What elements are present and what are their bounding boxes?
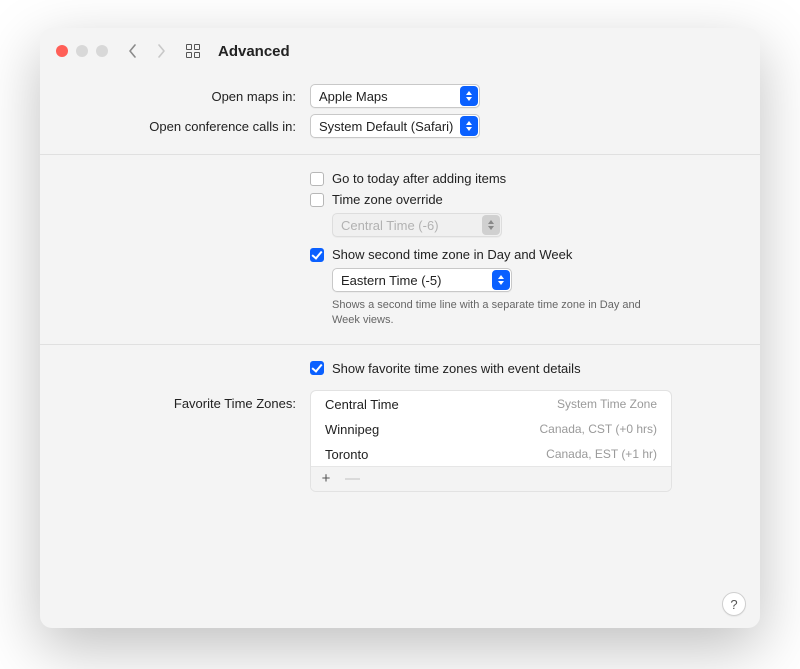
divider	[40, 344, 760, 345]
go-to-today-label: Go to today after adding items	[332, 171, 506, 186]
divider	[40, 154, 760, 155]
forward-button[interactable]	[154, 44, 168, 58]
show-favorites-label: Show favorite time zones with event deta…	[332, 361, 581, 376]
window-title: Advanced	[218, 43, 290, 60]
stepper-icon	[460, 86, 478, 106]
second-timezone-help: Shows a second time line with a separate…	[332, 298, 652, 328]
zoom-icon[interactable]	[96, 45, 108, 57]
open-maps-label: Open maps in:	[66, 89, 296, 104]
nav-back-forward	[126, 44, 168, 58]
remove-favorite-button[interactable]: —	[345, 471, 359, 486]
preferences-body: Open maps in: Apple Maps Open conference…	[40, 74, 760, 628]
second-timezone-select[interactable]: Eastern Time (-5)	[332, 268, 512, 292]
open-maps-value: Apple Maps	[319, 89, 454, 104]
stepper-icon	[492, 270, 510, 290]
list-item[interactable]: Winnipeg Canada, CST (+0 hrs)	[311, 416, 671, 441]
list-item[interactable]: Central Time System Time Zone	[311, 391, 671, 416]
open-maps-select[interactable]: Apple Maps	[310, 84, 480, 108]
favorite-timezones-list: Central Time System Time Zone Winnipeg C…	[310, 390, 672, 492]
help-button[interactable]: ?	[722, 592, 746, 616]
show-favorites-checkbox[interactable]	[310, 361, 324, 375]
show-all-icon[interactable]	[186, 44, 200, 58]
minimize-icon[interactable]	[76, 45, 88, 57]
go-to-today-checkbox[interactable]	[310, 172, 324, 186]
list-item[interactable]: Toronto Canada, EST (+1 hr)	[311, 441, 671, 466]
back-button[interactable]	[126, 44, 140, 58]
second-timezone-checkbox[interactable]	[310, 248, 324, 262]
timezone-override-label: Time zone override	[332, 192, 443, 207]
favorite-timezones-label: Favorite Time Zones:	[66, 390, 296, 411]
add-favorite-button[interactable]: +	[319, 471, 333, 486]
stepper-icon	[460, 116, 478, 136]
open-conference-select[interactable]: System Default (Safari)	[310, 114, 480, 138]
timezone-override-value: Central Time (-6)	[341, 218, 476, 233]
preferences-window: Advanced Open maps in: Apple Maps Open c…	[40, 28, 760, 628]
window-controls	[56, 45, 108, 57]
timezone-override-checkbox[interactable]	[310, 193, 324, 207]
open-conference-label: Open conference calls in:	[66, 119, 296, 134]
titlebar: Advanced	[40, 28, 760, 74]
second-timezone-value: Eastern Time (-5)	[341, 273, 486, 288]
open-conference-value: System Default (Safari)	[319, 119, 454, 134]
second-timezone-label: Show second time zone in Day and Week	[332, 247, 572, 262]
stepper-icon	[482, 215, 500, 235]
close-icon[interactable]	[56, 45, 68, 57]
timezone-override-select: Central Time (-6)	[332, 213, 502, 237]
list-footer: + —	[311, 466, 671, 491]
